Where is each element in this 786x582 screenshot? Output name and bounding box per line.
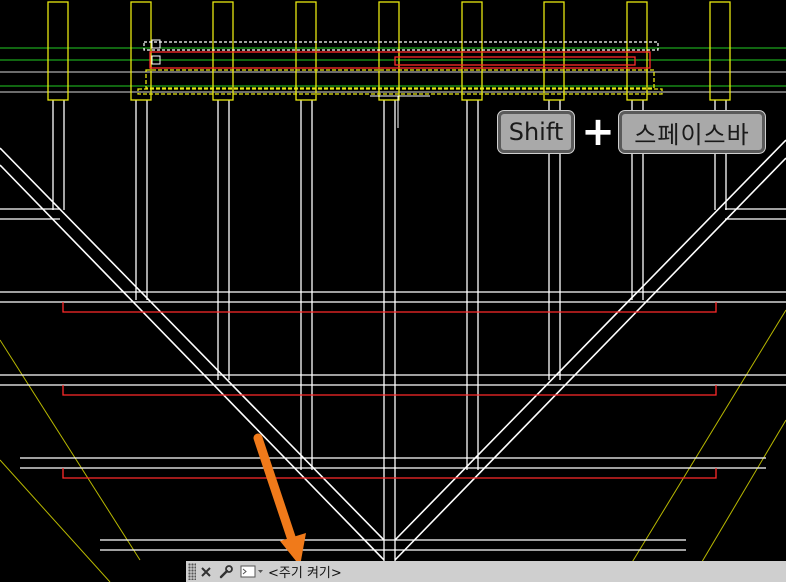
spacebar-key-label: 스페이스바 — [634, 120, 750, 149]
shift-key-badge: Shift — [498, 111, 574, 153]
wrench-icon[interactable] — [216, 562, 236, 581]
grip-handle[interactable] — [188, 563, 196, 580]
close-icon[interactable] — [196, 562, 216, 581]
command-prompt-icon[interactable] — [240, 562, 266, 581]
cad-drawing-viewport[interactable] — [0, 0, 786, 582]
command-line-text[interactable]: <주기 켜기> — [268, 562, 342, 581]
spacebar-key-badge: 스페이스바 — [619, 111, 765, 153]
command-line-bar: <주기 켜기> — [186, 561, 786, 582]
shift-key-label: Shift — [508, 118, 564, 146]
plus-sign: + — [581, 109, 615, 155]
